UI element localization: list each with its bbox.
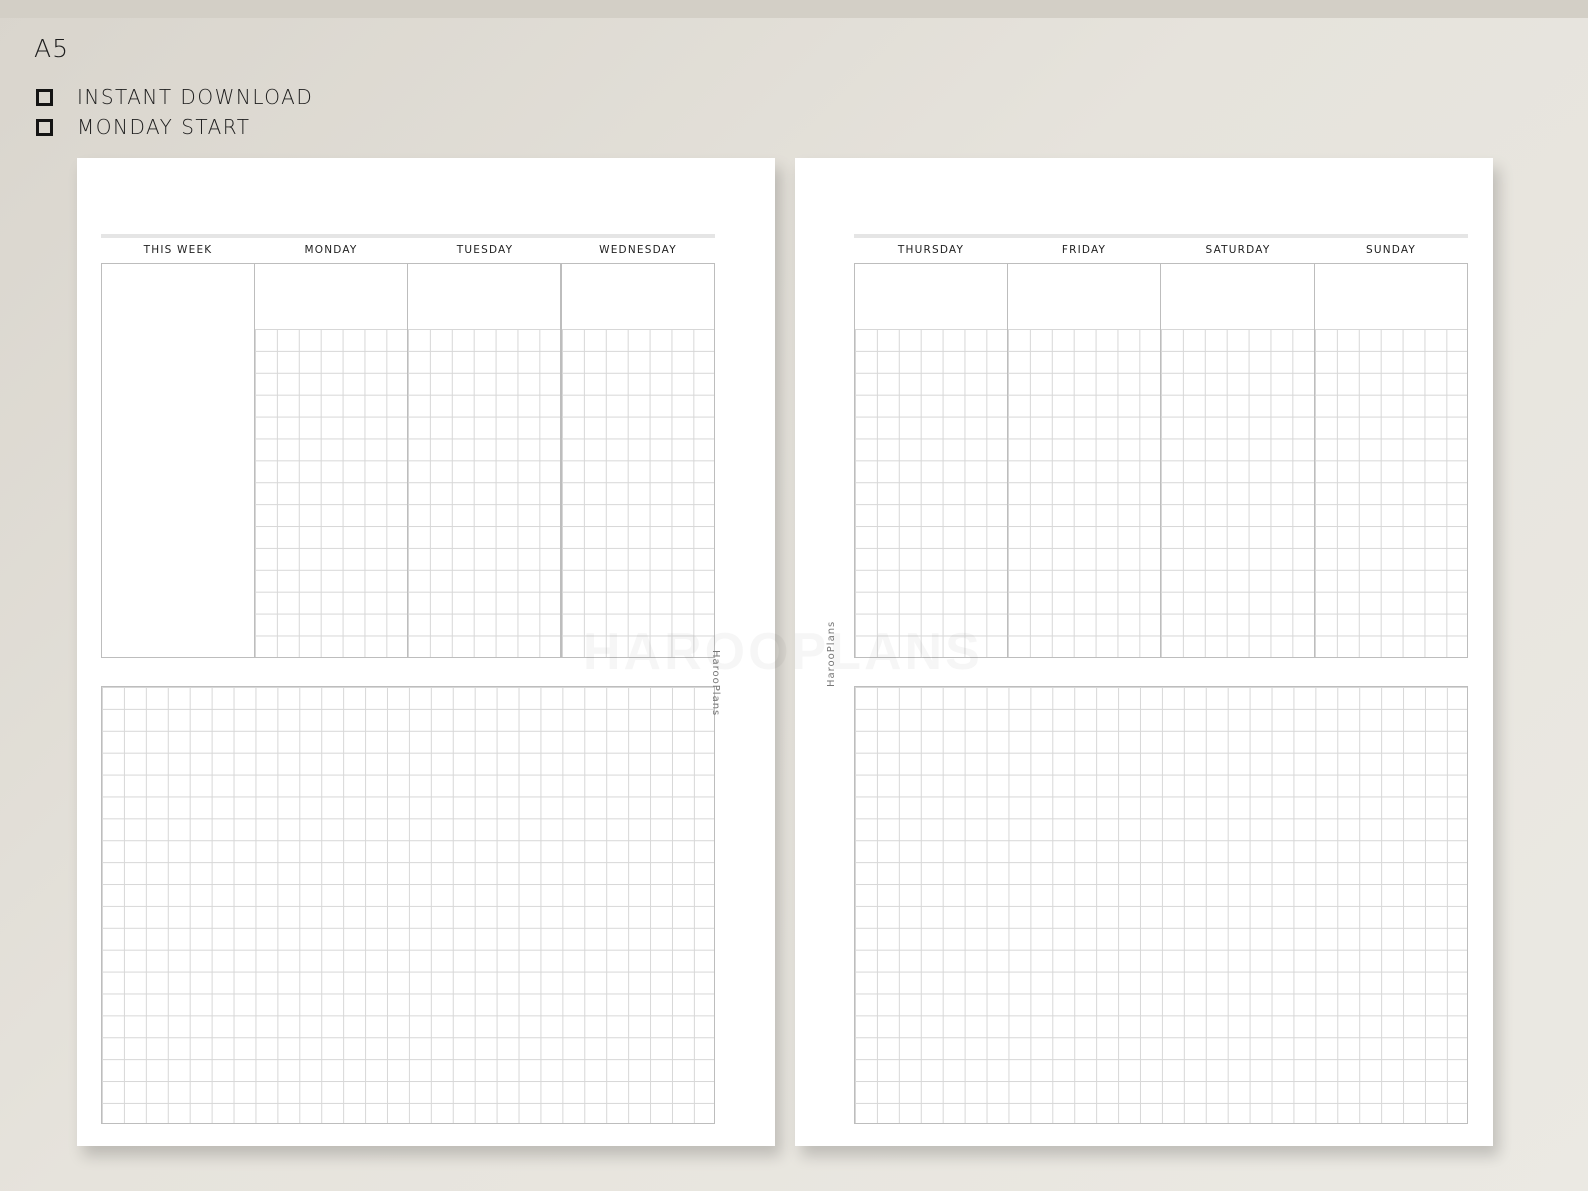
top-band bbox=[0, 0, 1588, 18]
feature-label: MONDAY START bbox=[77, 115, 251, 139]
column-header-saturday: SATURDAY bbox=[1205, 244, 1271, 256]
feature-label: INSTANT DOWNLOAD bbox=[77, 85, 314, 109]
column-header-thursday: THURSDAY bbox=[897, 244, 965, 256]
monday-column bbox=[254, 263, 408, 658]
tuesday-column bbox=[407, 263, 561, 658]
notes-grid bbox=[101, 686, 715, 1124]
column-header-this-week: THIS WEEK bbox=[143, 244, 213, 256]
column-header-wednesday: WEDNESDAY bbox=[599, 244, 677, 256]
sunday-column bbox=[1314, 263, 1468, 658]
thursday-column bbox=[854, 263, 1008, 658]
right-page: THURSDAY FRIDAY SATURDAY SUNDAY bbox=[795, 158, 1493, 1146]
grid-area bbox=[1161, 329, 1314, 657]
grid-area bbox=[1315, 329, 1467, 657]
grid-area bbox=[1008, 329, 1160, 657]
column-header-sunday: SUNDAY bbox=[1365, 244, 1417, 256]
friday-column bbox=[1007, 263, 1161, 658]
this-week-box bbox=[101, 263, 255, 658]
checkbox-icon bbox=[36, 118, 53, 136]
grid-area bbox=[255, 329, 407, 657]
brand-label-left: HarooPlans bbox=[710, 650, 721, 717]
wednesday-column bbox=[561, 263, 715, 658]
saturday-column bbox=[1160, 263, 1315, 658]
grid-area bbox=[408, 329, 560, 657]
column-header-tuesday: TUESDAY bbox=[456, 244, 514, 256]
feature-instant-download: INSTANT DOWNLOAD bbox=[36, 84, 313, 110]
column-header-friday: FRIDAY bbox=[1061, 244, 1107, 256]
grid-area bbox=[855, 329, 1007, 657]
header-rule bbox=[854, 234, 1468, 238]
size-label: A5 bbox=[34, 34, 70, 63]
notes-grid bbox=[854, 686, 1468, 1124]
checkbox-icon bbox=[36, 88, 53, 106]
grid-area bbox=[562, 329, 714, 657]
feature-monday-start: MONDAY START bbox=[36, 114, 250, 140]
brand-label-right: HarooPlans bbox=[826, 620, 837, 687]
left-page: THIS WEEK MONDAY TUESDAY WEDNESDAY bbox=[77, 158, 775, 1146]
column-header-monday: MONDAY bbox=[304, 244, 358, 256]
header-rule bbox=[101, 234, 715, 238]
